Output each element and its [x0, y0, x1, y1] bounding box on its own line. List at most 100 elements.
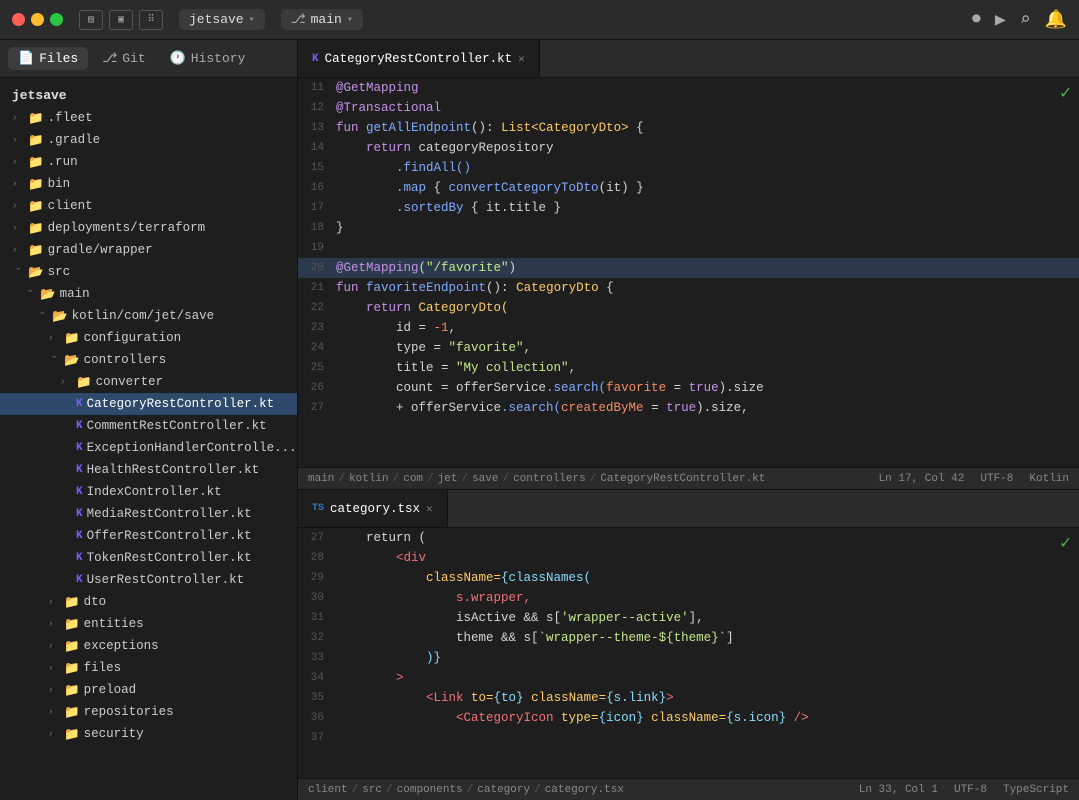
tree-item-category-kt[interactable]: › K CategoryRestController.kt — [0, 393, 297, 415]
line-content: id = -1, — [336, 321, 456, 335]
top-breadcrumb: main/ kotlin/ com/ jet/ save/ controller… — [308, 473, 873, 485]
line-number: 18 — [298, 222, 336, 234]
line-content: @Transactional — [336, 101, 441, 115]
code-line: 14 return categoryRepository — [298, 138, 1079, 158]
line-content: + offerService.search(createdByMe = true… — [336, 401, 749, 415]
tree-item-token-kt[interactable]: › K TokenRestController.kt — [0, 547, 297, 569]
line-content: .map { convertCategoryToDto(it) } — [336, 181, 644, 195]
line-content: @GetMapping("/favorite") — [336, 261, 516, 275]
tree-item-index-kt[interactable]: › K IndexController.kt — [0, 481, 297, 503]
code-line: 16 .map { convertCategoryToDto(it) } — [298, 178, 1079, 198]
tab-close-bottom-button[interactable]: ✕ — [426, 502, 433, 516]
run-icon[interactable]: ▶ — [995, 9, 1006, 31]
tree-item-preload[interactable]: › 📁 preload — [0, 679, 297, 701]
sidebar-toggle-icon[interactable]: ▤ — [79, 10, 103, 30]
editor-top-pane: K CategoryRestController.kt ✕ ✓ 11@GetMa… — [298, 40, 1079, 490]
tree-item-fleet[interactable]: › 📁 .fleet — [0, 107, 297, 129]
code-line: 30 s.wrapper, — [298, 588, 1079, 608]
sidebar-tab-history[interactable]: 🕐 History — [160, 47, 256, 70]
tree-item-src[interactable]: › 📂 src — [0, 261, 297, 283]
tree-item-main[interactable]: › 📂 main — [0, 283, 297, 305]
code-line: 37 — [298, 728, 1079, 748]
tree-item-entities[interactable]: › 📁 entities — [0, 613, 297, 635]
tree-item-bin[interactable]: › 📁 bin — [0, 173, 297, 195]
branch-chevron-icon: ▾ — [347, 14, 353, 26]
branch-selector[interactable]: ⎇ main ▾ — [281, 9, 363, 30]
line-number: 12 — [298, 102, 336, 114]
tree-item-repositories[interactable]: › 📁 repositories — [0, 701, 297, 723]
code-line: 29 className={classNames( — [298, 568, 1079, 588]
line-number: 36 — [298, 712, 336, 724]
line-content: title = "My collection", — [336, 361, 576, 375]
layout-icon[interactable]: ▣ — [109, 10, 133, 30]
line-content: fun favoriteEndpoint(): CategoryDto { — [336, 281, 614, 295]
line-content: isActive && s['wrapper--active'], — [336, 611, 704, 625]
code-line: 36 <CategoryIcon type={icon} className={… — [298, 708, 1079, 728]
tree-item-kotlin[interactable]: › 📂 kotlin/com/jet/save — [0, 305, 297, 327]
line-number: 14 — [298, 142, 336, 154]
tree-item-exceptions[interactable]: › 📁 exceptions — [0, 635, 297, 657]
tree-item-run[interactable]: › 📁 .run — [0, 151, 297, 173]
line-content: .sortedBy { it.title } — [336, 201, 561, 215]
line-number: 17 — [298, 202, 336, 214]
sidebar-tab-files[interactable]: 📄 Files — [8, 47, 88, 70]
tab-category-tsx[interactable]: TS category.tsx ✕ — [298, 490, 448, 527]
grid-icon[interactable]: ⠿ — [139, 10, 163, 30]
bell-icon[interactable]: 🔔 — [1045, 9, 1067, 31]
line-number: 35 — [298, 692, 336, 704]
tree-item-deployments[interactable]: › 📁 deployments/terraform — [0, 217, 297, 239]
kt-file-icon: K — [312, 53, 319, 65]
bottom-code-editor[interactable]: ✓ 27 return (28 <div29 className={classN… — [298, 528, 1079, 778]
line-number: 21 — [298, 282, 336, 294]
tree-item-media-kt[interactable]: › K MediaRestController.kt — [0, 503, 297, 525]
code-line: 33 )} — [298, 648, 1079, 668]
line-content: return categoryRepository — [336, 141, 554, 155]
top-code-editor[interactable]: ✓ 11@GetMapping12@Transactional13fun get… — [298, 78, 1079, 467]
line-number: 24 — [298, 342, 336, 354]
tree-item-exception-kt[interactable]: › K ExceptionHandlerControlle... — [0, 437, 297, 459]
maximize-button[interactable] — [50, 13, 63, 26]
tree-item-gradle[interactable]: › 📁 .gradle — [0, 129, 297, 151]
line-number: 25 — [298, 362, 336, 374]
line-content: <CategoryIcon type={icon} className={s.i… — [336, 711, 809, 725]
line-content: <div — [336, 551, 426, 565]
line-number: 34 — [298, 672, 336, 684]
code-line: 12@Transactional — [298, 98, 1079, 118]
tree-item-files[interactable]: › 📁 files — [0, 657, 297, 679]
sidebar-tab-git[interactable]: ⎇ Git — [92, 47, 155, 70]
line-content: s.wrapper, — [336, 591, 531, 605]
tree-item-dto[interactable]: › 📁 dto — [0, 591, 297, 613]
chevron-icon: ▾ — [249, 14, 255, 26]
tree-item-client[interactable]: › 📁 client — [0, 195, 297, 217]
line-number: 27 — [298, 532, 336, 544]
code-line: 24 type = "favorite", — [298, 338, 1079, 358]
line-number: 19 — [298, 242, 336, 254]
bottom-checkmark-icon: ✓ — [1060, 532, 1071, 554]
code-line: 19 — [298, 238, 1079, 258]
tree-item-configuration[interactable]: › 📁 configuration — [0, 327, 297, 349]
line-content: return ( — [336, 531, 426, 545]
sidebar-tab-bar: 📄 Files ⎇ Git 🕐 History — [0, 40, 297, 78]
line-number: 30 — [298, 592, 336, 604]
editor-bottom-pane: TS category.tsx ✕ ✓ 27 return (28 <div29… — [298, 490, 1079, 800]
top-tab-bar: K CategoryRestController.kt ✕ — [298, 40, 1079, 78]
tree-item-converter[interactable]: › 📁 converter — [0, 371, 297, 393]
search-icon[interactable]: ⌕ — [1020, 9, 1031, 31]
tree-item-gradle-wrapper[interactable]: › 📁 gradle/wrapper — [0, 239, 297, 261]
project-name[interactable]: jetsave ▾ — [179, 9, 265, 30]
branch-icon: ⎇ — [291, 12, 306, 27]
line-number: 27 — [298, 402, 336, 414]
tree-item-user-kt[interactable]: › K UserRestController.kt — [0, 569, 297, 591]
sidebar: 📄 Files ⎇ Git 🕐 History jetsave › 📁 .fle… — [0, 40, 298, 800]
minimize-button[interactable] — [31, 13, 44, 26]
close-button[interactable] — [12, 13, 25, 26]
tab-category-kt[interactable]: K CategoryRestController.kt ✕ — [298, 40, 540, 77]
tree-item-health-kt[interactable]: › K HealthRestController.kt — [0, 459, 297, 481]
tree-item-security[interactable]: › 📁 security — [0, 723, 297, 745]
tree-item-comment-kt[interactable]: › K CommentRestController.kt — [0, 415, 297, 437]
tab-close-button[interactable]: ✕ — [518, 52, 525, 66]
record-icon[interactable]: ⏺ — [972, 9, 981, 30]
tree-item-controllers[interactable]: › 📂 controllers — [0, 349, 297, 371]
tree-item-offer-kt[interactable]: › K OfferRestController.kt — [0, 525, 297, 547]
line-content: count = offerService.search(favorite = t… — [336, 381, 764, 395]
